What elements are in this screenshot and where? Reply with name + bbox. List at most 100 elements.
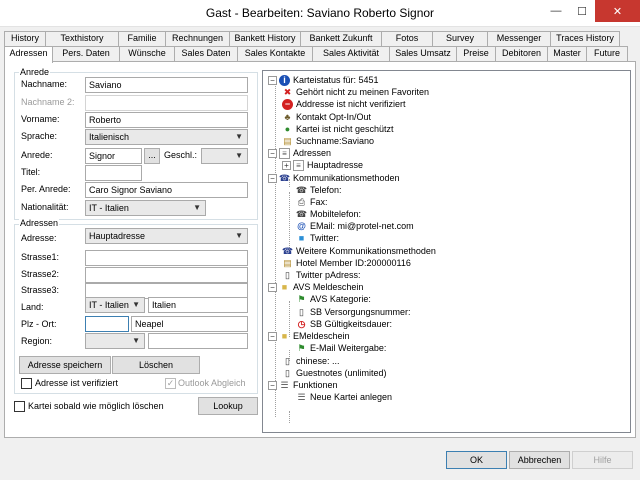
- delete-asap-checkbox[interactable]: [14, 401, 25, 412]
- chevron-down-icon: ▼: [235, 132, 243, 141]
- region-name-input[interactable]: [148, 333, 248, 349]
- tree-node[interactable]: − ☰ Funktionen: [268, 379, 338, 391]
- ort-input[interactable]: Neapel: [131, 316, 248, 332]
- close-button[interactable]: ✕: [595, 0, 640, 22]
- delete-address-button[interactable]: Löschen: [112, 356, 200, 374]
- vorname-input[interactable]: Roberto: [85, 112, 248, 128]
- tree-node[interactable]: @ EMail: mi@protel-net.com: [296, 220, 414, 232]
- tab-messenger[interactable]: Messenger: [487, 31, 551, 46]
- region-select[interactable]: ▼: [85, 333, 145, 349]
- tree-node[interactable]: ⚑ AVS Kategorie:: [296, 293, 370, 305]
- geschl-label: Geschl.:: [164, 150, 198, 160]
- lookup-button[interactable]: Lookup: [198, 397, 258, 415]
- titel-input[interactable]: [85, 165, 142, 181]
- tree-node[interactable]: ☰ Neue Kartei anlegen: [296, 391, 392, 403]
- tree-node[interactable]: ■ Twitter:: [296, 232, 339, 244]
- save-address-button[interactable]: Adresse speichern: [19, 356, 111, 374]
- tree-node[interactable]: ⎙ Fax:: [296, 196, 328, 208]
- ok-button[interactable]: OK: [446, 451, 507, 469]
- tab-wuensche[interactable]: Wünsche: [119, 46, 175, 61]
- tab-texthistory[interactable]: Texthistory: [45, 31, 119, 46]
- tree-node-label: EMeldeschein: [293, 331, 350, 341]
- nationalitaet-value: IT - Italien: [89, 203, 129, 213]
- tree-node[interactable]: ● Kartei ist nicht geschützt: [282, 123, 394, 135]
- outlook-sync-checkbox[interactable]: ✓: [165, 378, 176, 389]
- tree-node[interactable]: − ■ EMeldeschein: [268, 330, 350, 342]
- tree-node[interactable]: ✖ Gehört nicht zu meinen Favoriten: [282, 86, 429, 98]
- tab-familie[interactable]: Familie: [118, 31, 166, 46]
- status-tree[interactable]: − i Karteistatus für: 5451 ✖ Gehört nich…: [262, 70, 631, 433]
- tree-node-label: Telefon:: [310, 185, 342, 195]
- tree-node[interactable]: ▯ SB Versorgungsnummer:: [296, 306, 411, 318]
- tree-node[interactable]: ☎ Mobiltelefon:: [296, 208, 361, 220]
- collapse-icon[interactable]: −: [268, 380, 277, 390]
- tree-node-label: AVS Meldeschein: [293, 282, 364, 292]
- land-name-input[interactable]: Italien: [148, 297, 248, 313]
- tab-master[interactable]: Master: [547, 46, 587, 61]
- address-verified-checkbox[interactable]: [21, 378, 32, 389]
- tab-fotos[interactable]: Fotos: [381, 31, 433, 46]
- tree-node[interactable]: ◷ SB Gültigkeitsdauer:: [296, 318, 392, 330]
- tab-preise[interactable]: Preise: [456, 46, 496, 61]
- nationalitaet-select[interactable]: IT - Italien ▼: [85, 200, 206, 216]
- tree-node[interactable]: ▤ Hotel Member ID:200000116: [282, 257, 411, 269]
- tree-node[interactable]: − i Karteistatus für: 5451: [268, 74, 379, 86]
- tree-node[interactable]: − ≡ Adressen: [268, 147, 331, 159]
- tab-debitoren[interactable]: Debitoren: [495, 46, 548, 61]
- sprache-select[interactable]: Italienisch ▼: [85, 129, 248, 145]
- tab-sales-kontakte[interactable]: Sales Kontakte: [237, 46, 313, 61]
- strasse1-label: Strasse1:: [21, 252, 60, 262]
- help-button[interactable]: Hilfe: [572, 451, 633, 469]
- tree-node[interactable]: ☎ Weitere Kommunikationsmethoden: [282, 245, 436, 257]
- collapse-icon[interactable]: −: [268, 282, 277, 292]
- tree-node[interactable]: ▤ Suchname:Saviano: [282, 135, 374, 147]
- tree-node[interactable]: + ≡ Hauptadresse: [282, 159, 363, 171]
- tree-node[interactable]: − ■ AVS Meldeschein: [268, 281, 363, 293]
- tab-survey[interactable]: Survey: [432, 31, 488, 46]
- anrede-input[interactable]: Signor: [85, 148, 142, 164]
- tree-node[interactable]: ▯ Twitter pAdress:: [282, 269, 361, 281]
- collapse-icon[interactable]: −: [268, 75, 277, 85]
- geschlecht-select[interactable]: ▼: [201, 148, 248, 164]
- tab-bankett-zukunft[interactable]: Bankett Zukunft: [300, 31, 382, 46]
- anrede-group-title: Anrede: [19, 67, 51, 77]
- tab-sales-daten[interactable]: Sales Daten: [174, 46, 238, 61]
- nachname-input[interactable]: Saviano: [85, 77, 248, 93]
- strasse2-input[interactable]: [85, 267, 248, 283]
- flag-icon: ⚑: [297, 293, 306, 304]
- tab-rechnungen[interactable]: Rechnungen: [165, 31, 230, 46]
- tab-future[interactable]: Future: [586, 46, 628, 61]
- expand-icon[interactable]: +: [282, 160, 291, 170]
- collapse-icon[interactable]: −: [268, 148, 277, 158]
- maximize-button[interactable]: ☐: [569, 0, 595, 22]
- tree-node[interactable]: − Addresse ist nicht verifiziert: [282, 98, 406, 110]
- tab-sales-aktivitaet[interactable]: Sales Aktivität: [312, 46, 390, 61]
- tree-node-label: Twitter:: [310, 233, 340, 243]
- mobile-icon: ☎: [295, 208, 308, 219]
- land-select[interactable]: IT - Italien ▼: [85, 297, 145, 313]
- tree-node[interactable]: ☎ Telefon:: [296, 184, 342, 196]
- collapse-icon[interactable]: −: [268, 173, 277, 183]
- minimize-button[interactable]: —: [543, 0, 569, 22]
- tab-pers-daten[interactable]: Pers. Daten: [52, 46, 120, 61]
- tab-history[interactable]: History: [4, 31, 46, 46]
- tab-traces-history[interactable]: Traces History: [550, 31, 620, 46]
- anrede-lookup-button[interactable]: ...: [144, 148, 160, 164]
- tree-node[interactable]: ♣ Kontakt Opt-In/Out: [282, 111, 372, 123]
- tree-node[interactable]: ⚑ E-Mail Weitergabe:: [296, 342, 386, 354]
- folder-icon: ■: [281, 281, 288, 292]
- tree-node[interactable]: ▯ chinese: ...: [282, 355, 340, 367]
- tab-adressen[interactable]: Adressen: [4, 46, 53, 63]
- anrede-label: Anrede:: [21, 150, 53, 160]
- tab-bankett-history[interactable]: Bankett History: [229, 31, 301, 46]
- nachname2-input[interactable]: [85, 95, 248, 111]
- tab-sales-umsatz[interactable]: Sales Umsatz: [389, 46, 457, 61]
- tree-node[interactable]: ▯ Guestnotes (unlimited): [282, 367, 387, 379]
- cancel-button[interactable]: Abbrechen: [509, 451, 570, 469]
- tree-node[interactable]: − ☎ Kommunikationsmethoden: [268, 172, 400, 184]
- per-anrede-input[interactable]: Caro Signor Saviano: [85, 182, 248, 198]
- adresse-select[interactable]: Hauptadresse ▼: [85, 228, 248, 244]
- strasse1-input[interactable]: [85, 250, 248, 266]
- plz-input[interactable]: [85, 316, 129, 332]
- collapse-icon[interactable]: −: [268, 331, 277, 341]
